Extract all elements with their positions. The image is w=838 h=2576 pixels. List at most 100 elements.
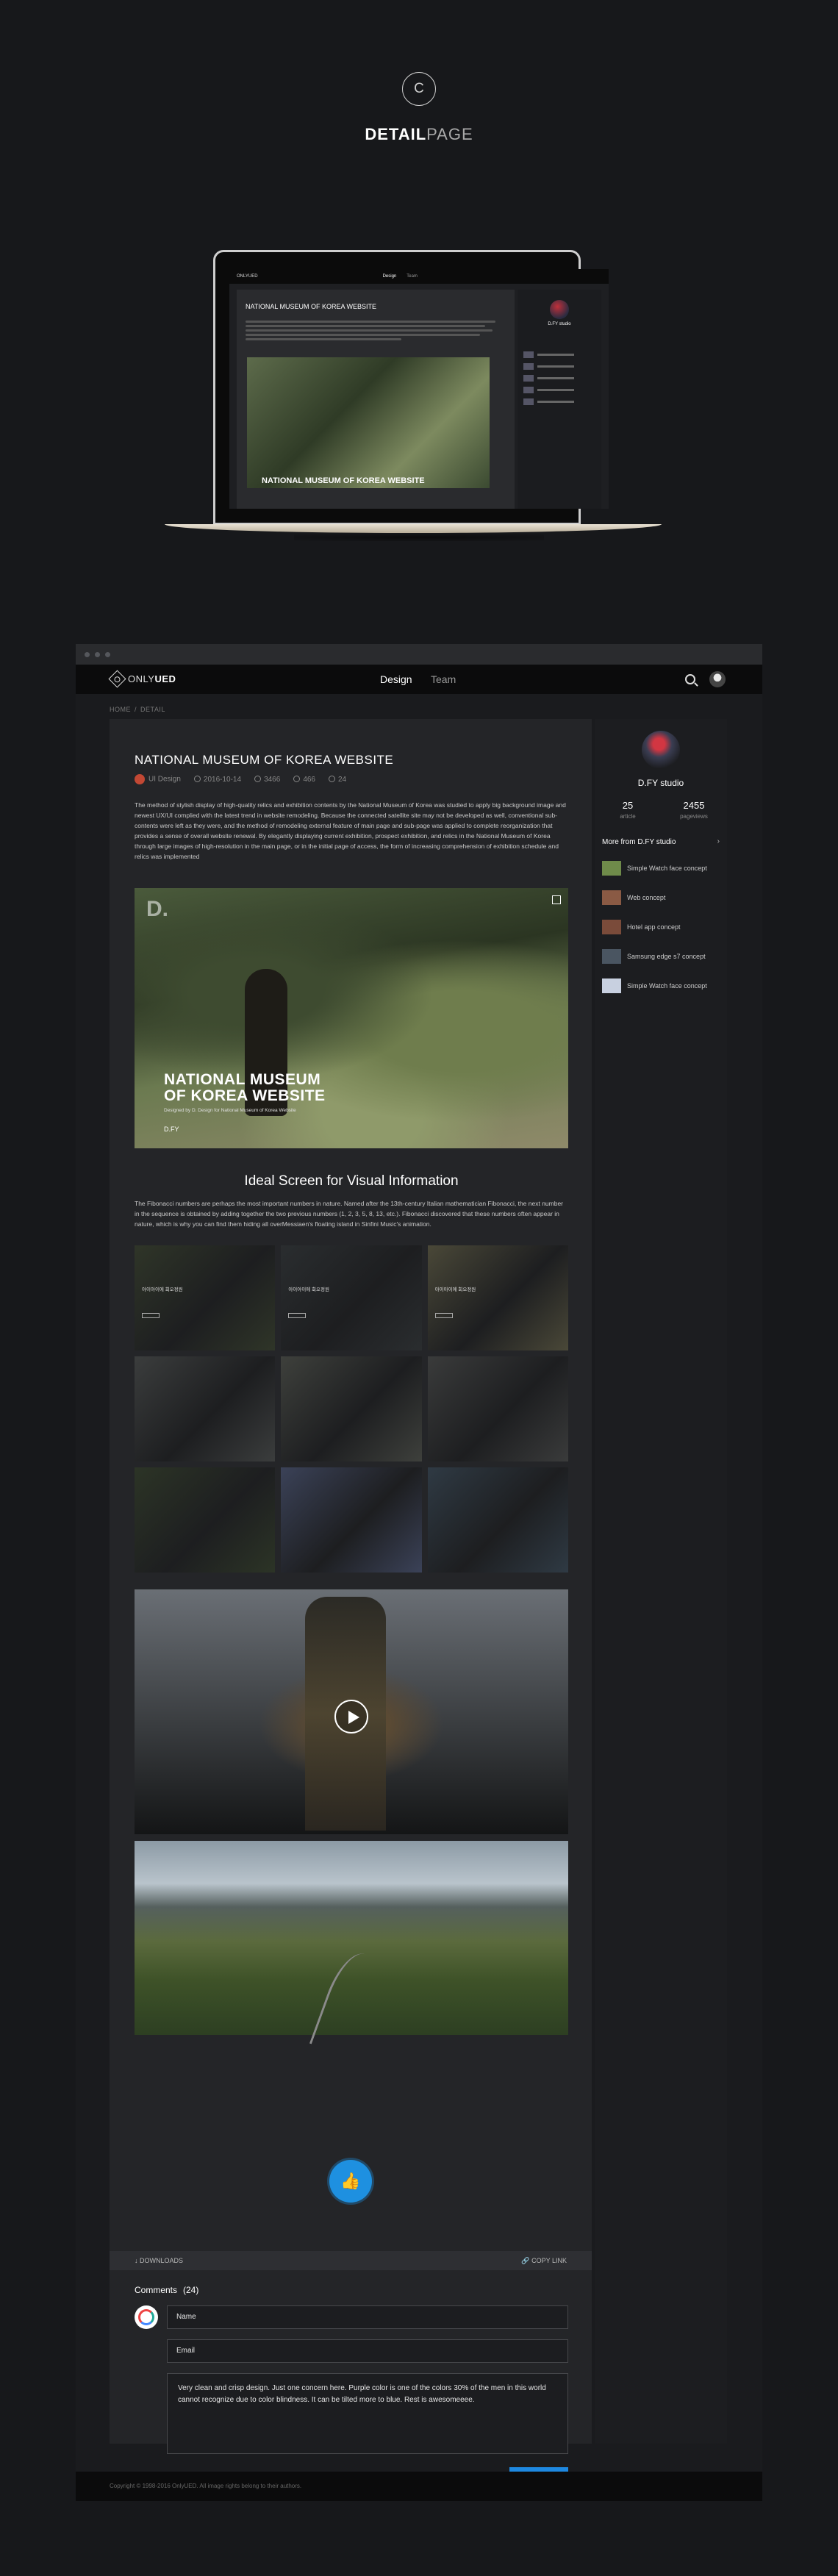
mock-title: NATIONAL MUSEUM OF KOREA WEBSITE (246, 303, 377, 310)
more-item[interactable]: Web concept (602, 888, 720, 907)
mock-sidebar: D.FY studio (518, 290, 601, 509)
laptop-base (165, 524, 662, 533)
window-close-dot[interactable] (85, 651, 90, 657)
like-button[interactable]: 👍 (329, 2160, 372, 2203)
landscape-image (135, 1841, 568, 2059)
email-field[interactable]: Email (167, 2339, 568, 2363)
screenshot-thumb[interactable] (135, 1467, 276, 1573)
category-icon (135, 774, 145, 784)
play-icon[interactable] (334, 1700, 368, 1734)
mock-navbar: ONLYUED Design Team (229, 269, 609, 284)
article-intro: The method of stylish display of high-qu… (135, 801, 566, 860)
thumbs-up-icon: 👍 (340, 2172, 361, 2190)
thumb-text: 아이아이에 회오정원 (142, 1287, 183, 1292)
brand-logo[interactable]: ONLYUED (108, 670, 176, 688)
chevron-right-icon: › (717, 837, 720, 845)
mock-avatar (550, 300, 569, 319)
more-item-label: Web concept (627, 894, 666, 901)
actions-bar: ↓ DOWNLOADS 🔗 COPY LINK (110, 2251, 592, 2270)
more-from-heading[interactable]: More from D.FY studio › (602, 837, 720, 846)
comments-count: (24) (183, 2285, 199, 2295)
more-item[interactable]: Samsung edge s7 concept (602, 947, 720, 966)
laptop-screen: ONLYUED Design Team NATIONAL MUSEUM OF K… (229, 269, 609, 509)
tab-design[interactable]: Design (380, 673, 412, 685)
more-item[interactable]: Simple Watch face concept (602, 976, 720, 995)
pageviews-label: pageviews (680, 813, 708, 820)
more-item-label: Simple Watch face concept (627, 982, 707, 990)
pageviews-value: 2455 (683, 800, 705, 811)
hero-image[interactable]: D. NATIONAL MUSEUM OF KOREA WEBSITE Desig… (135, 888, 568, 1148)
section-text: The Fibonacci numbers are perhaps the mo… (135, 1200, 564, 1228)
commenter-avatar (135, 2305, 158, 2329)
section-title: Ideal Screen for Visual Information (244, 1173, 459, 1189)
link-icon: 🔗 (521, 2257, 530, 2264)
more-item-thumb (602, 978, 621, 993)
breadcrumb: HOME / DETAIL (110, 706, 165, 713)
landscape-road (309, 1946, 387, 2059)
tab-team[interactable]: Team (431, 673, 456, 685)
thumb-button (288, 1313, 307, 1318)
heart-icon (293, 776, 301, 783)
screenshot-thumb[interactable] (427, 1356, 568, 1461)
more-from-title: More from D.FY studio (602, 838, 676, 846)
screenshot-thumb[interactable] (281, 1467, 422, 1573)
screenshot-thumb[interactable] (135, 1356, 276, 1461)
mock-author: D.FY studio (548, 322, 571, 326)
navbar: ONLYUED Design Team (76, 665, 762, 694)
window-minimize-dot[interactable] (95, 651, 100, 657)
video-player[interactable] (135, 1589, 568, 1834)
more-item-thumb (602, 890, 621, 905)
eye-icon (254, 776, 262, 783)
author-name[interactable]: D.FY studio (595, 778, 727, 788)
author-sidebar: D.FY studio 25 article 2455 pageviews Mo… (595, 719, 727, 2444)
breadcrumb-home[interactable]: HOME (110, 706, 131, 713)
category-tag[interactable]: UI Design (135, 774, 181, 784)
screenshot-thumb[interactable] (281, 1356, 422, 1461)
download-label: DOWNLOADS (140, 2257, 184, 2264)
mock-tab-design: Design (382, 274, 397, 279)
hero-d-logo: D. (146, 897, 168, 921)
user-avatar[interactable] (709, 671, 726, 687)
title-light: PAGE (426, 125, 473, 143)
articles-stat: 25 article (595, 800, 661, 820)
search-icon[interactable] (685, 674, 695, 684)
expand-icon[interactable] (552, 895, 561, 904)
comment-count: 24 (338, 775, 347, 784)
copy-link-button[interactable]: 🔗 COPY LINK (521, 2257, 567, 2265)
more-item[interactable]: Simple Watch face concept (602, 859, 720, 878)
screenshot-thumb[interactable]: 아이아이에 회오정원 (281, 1245, 422, 1350)
view-count: 3466 (264, 775, 281, 784)
download-button[interactable]: ↓ DOWNLOADS (135, 2257, 183, 2264)
thumb-button (434, 1313, 453, 1318)
mock-img-title: NATIONAL MUSEUM OF KOREA WEBSITE (262, 476, 425, 485)
brand-logo-icon: C (402, 72, 436, 106)
footer: Copyright © 1998-2016 OnlyUED. All image… (76, 2472, 762, 2501)
articles-label: article (620, 813, 636, 820)
hero-title-line1: NATIONAL MUSEUM (164, 1071, 321, 1088)
screenshot-thumb[interactable]: 아이아이에 회오정원 (427, 1245, 568, 1350)
comment-textarea[interactable]: Very clean and crisp design. Just one co… (167, 2373, 568, 2454)
window-maximize-dot[interactable] (105, 651, 110, 657)
window-titlebar (76, 644, 762, 665)
download-arrow-icon: ↓ (135, 2257, 138, 2264)
thumb-text: 아이아이에 회오정원 (288, 1287, 329, 1292)
author-avatar[interactable] (642, 731, 680, 769)
thumb-text: 아이아이에 회오정원 (434, 1287, 476, 1292)
more-item[interactable]: Hotel app concept (602, 917, 720, 937)
breadcrumb-detail: DETAIL (140, 706, 165, 713)
page-title: DETAILPAGE (0, 125, 838, 144)
thumb-button (142, 1313, 160, 1318)
hero-author: D.FY (164, 1126, 179, 1133)
hero-title-line2: OF KOREA WEBSITE (164, 1087, 326, 1104)
more-item-label: Samsung edge s7 concept (627, 953, 706, 960)
more-item-thumb (602, 861, 621, 876)
laptop-shadow (294, 534, 544, 541)
category-label: UI Design (148, 775, 181, 784)
name-field[interactable]: Name (167, 2305, 568, 2329)
mock-hero-image: NATIONAL MUSEUM OF KOREA WEBSITE (247, 357, 490, 488)
clock-icon (193, 776, 201, 783)
title-bold: DETAIL (365, 125, 427, 143)
mock-brand: ONLYUED (237, 274, 258, 279)
screenshot-thumb[interactable] (427, 1467, 568, 1573)
screenshot-thumb[interactable]: 아이아이에 회오정원 (135, 1245, 276, 1350)
